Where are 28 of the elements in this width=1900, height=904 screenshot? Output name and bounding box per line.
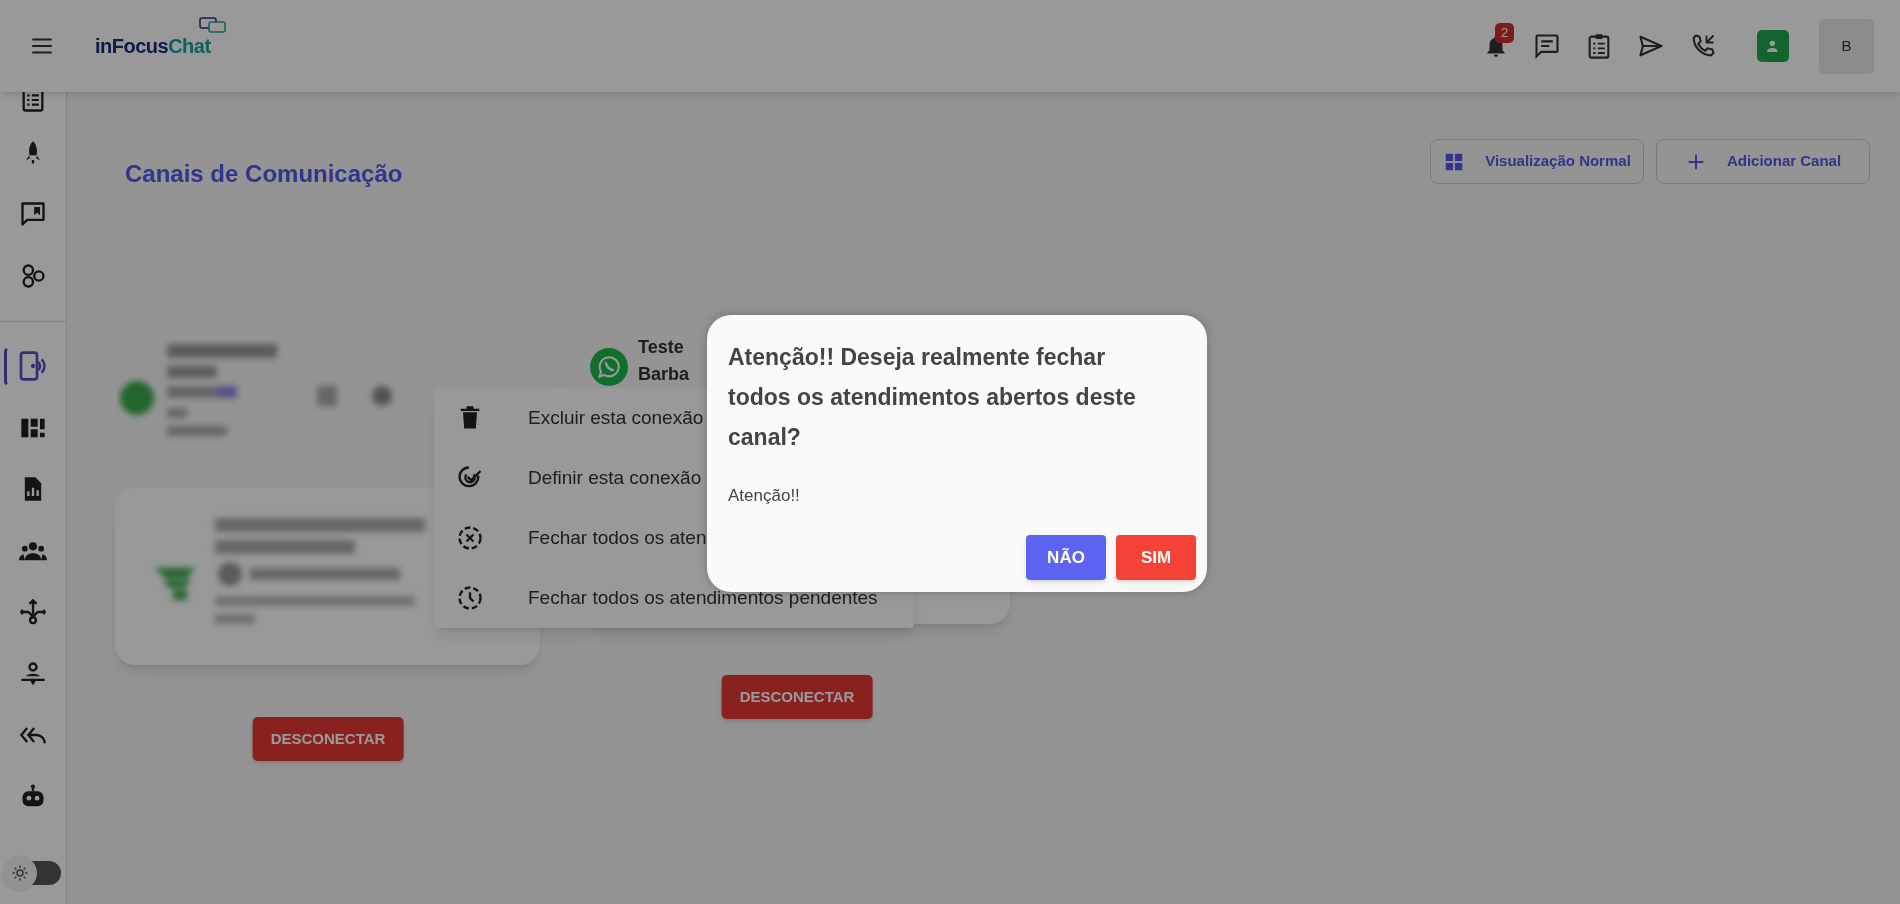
cancel-button[interactable]: NÃO <box>1026 535 1106 580</box>
person-line-icon[interactable] <box>19 659 47 688</box>
chat-bookmark-icon[interactable] <box>19 200 47 229</box>
dashed-circle-x-icon <box>456 524 484 552</box>
dialog-title: Atenção!! Deseja realmente fechar todos os atendimentos abertos deste canal? <box>728 343 1137 452</box>
view-mode-button[interactable]: Visualização Normal <box>1430 139 1644 184</box>
page-title: Canais de Comunicação <box>125 158 403 189</box>
dialog-message: Atenção!! <box>728 485 801 507</box>
person-icon <box>1765 38 1781 54</box>
chat-icon[interactable] <box>1533 32 1561 60</box>
disconnect-button[interactable]: DESCONECTAR <box>252 717 404 761</box>
logo-text: inFocusChat <box>95 34 211 59</box>
whatsapp-icon <box>590 348 628 386</box>
user-avatar[interactable]: B <box>1819 18 1874 74</box>
menu-item[interactable]: Fechar todos os atendimentos pendentes <box>434 568 914 628</box>
agent-status-button[interactable] <box>1757 30 1789 62</box>
channel-name: Teste <box>638 336 685 359</box>
theme-toggle[interactable] <box>3 856 61 890</box>
disconnect-button[interactable]: DESCONECTAR <box>721 675 873 719</box>
sun-icon <box>11 864 29 882</box>
mobile-signal-icon[interactable] <box>17 350 49 383</box>
split-arrows-icon[interactable] <box>19 598 47 627</box>
dashed-clock-icon <box>456 584 484 612</box>
confirm-button[interactable]: SIM <box>1116 535 1196 580</box>
channel-name: Barba <box>638 363 690 386</box>
notification-badge: 2 <box>1495 23 1515 43</box>
chat-bubbles-icon <box>199 17 227 35</box>
add-channel-button[interactable]: Adicionar Canal <box>1656 139 1870 184</box>
